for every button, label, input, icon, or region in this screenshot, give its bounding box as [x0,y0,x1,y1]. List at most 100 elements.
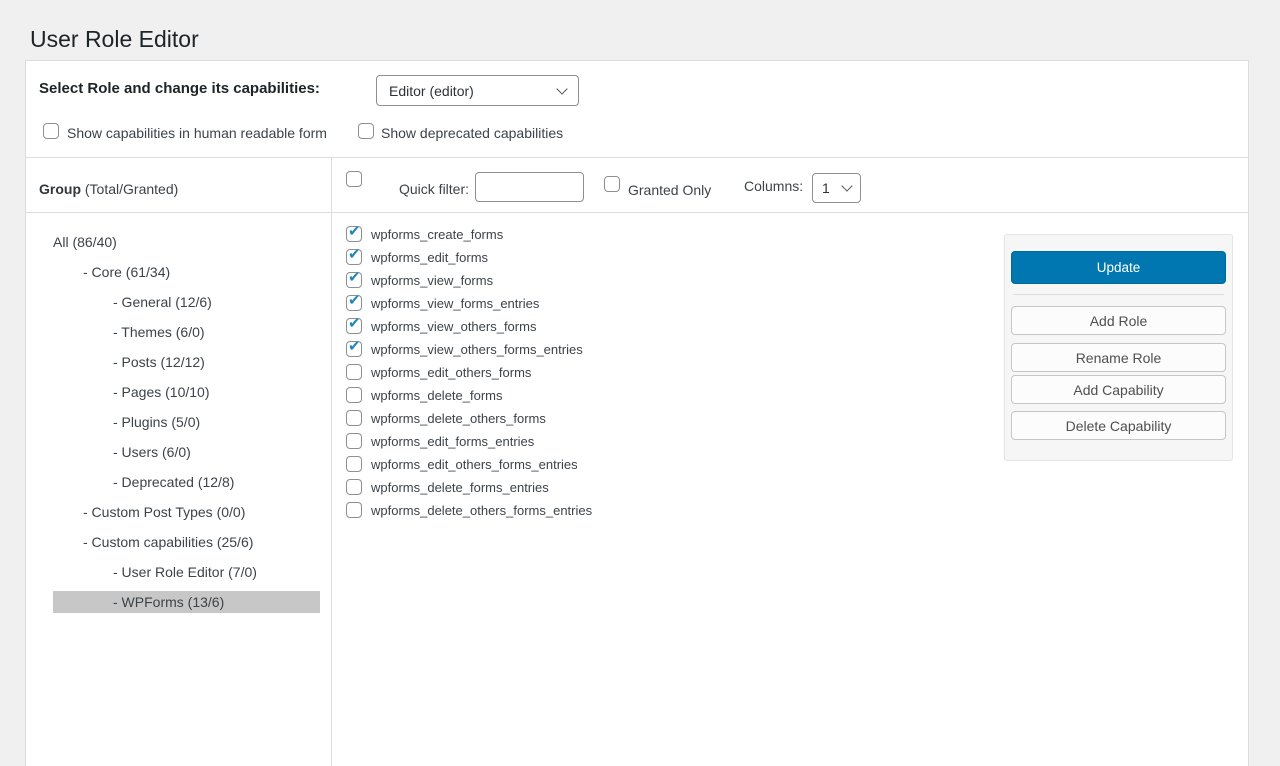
group-tree-item-label: - Posts (12/12) [113,354,205,370]
group-tree-item[interactable]: - Users (6/0) [53,441,320,463]
capability-label: wpforms_view_others_forms [371,319,536,334]
group-tree-item-label: - Pages (10/10) [113,384,210,400]
group-tree-item[interactable]: - WPForms (13/6) [53,591,320,613]
group-tree-item-label: - Users (6/0) [113,444,191,460]
capability-checkbox[interactable] [346,295,362,311]
capability-label: wpforms_edit_others_forms_entries [371,457,578,472]
group-tree-item-label: - User Role Editor (7/0) [113,564,257,580]
group-tree-item-label: - General (12/6) [113,294,212,310]
capability-checkbox[interactable] [346,341,362,357]
quick-filter-label: Quick filter: [399,181,469,197]
chevron-down-icon [841,180,852,191]
capability-row: wpforms_edit_others_forms_entries [346,456,592,472]
main-panel: Select Role and change its capabilities:… [25,60,1249,766]
chevron-down-icon [556,83,567,94]
capability-label: wpforms_edit_forms [371,250,488,265]
actions-panel: Update Add Role Rename Role Add Capability… [1004,234,1233,461]
capability-row: wpforms_delete_forms_entries [346,479,592,495]
user-role-editor-screen: User Role Editor Select Role and change … [0,0,1280,766]
capability-row: wpforms_edit_forms [346,249,592,265]
capability-label: wpforms_view_others_forms_entries [371,342,583,357]
group-header: Group (Total/Granted) [39,181,178,197]
columns-label: Columns: [744,178,803,194]
role-select[interactable]: Editor (editor) [376,75,579,106]
group-tree-item-label: - Themes (6/0) [113,324,205,340]
divider [26,157,1248,158]
human-readable-checkbox[interactable] [43,123,59,139]
column-divider [331,158,332,766]
group-tree: All (86/40) - Core (61/34) - General (12/6… [26,231,331,621]
capability-row: wpforms_delete_forms [346,387,592,403]
capability-row: wpforms_view_forms [346,272,592,288]
capability-label: wpforms_edit_others_forms [371,365,531,380]
group-tree-item-label: All (86/40) [53,234,117,250]
columns-select-value: 1 [822,180,830,196]
capability-row: wpforms_create_forms [346,226,592,242]
group-tree-item-label: - Custom Post Types (0/0) [83,504,245,520]
capability-label: wpforms_create_forms [371,227,503,242]
select-role-label: Select Role and change its capabilities: [39,80,320,97]
add-capability-button[interactable]: Add Capability [1011,375,1226,404]
page-title: User Role Editor [30,25,199,55]
delete-capability-button[interactable]: Delete Capability [1011,411,1226,440]
group-tree-item[interactable]: - Pages (10/10) [53,381,320,403]
capability-label: wpforms_delete_forms_entries [371,480,549,495]
capability-checkbox[interactable] [346,249,362,265]
capability-checkbox[interactable] [346,433,362,449]
group-tree-item-label: - Custom capabilities (25/6) [83,534,253,550]
capabilities-list: wpforms_create_forms wpforms_edit_formswp… [346,226,592,525]
capability-checkbox[interactable] [346,272,362,288]
group-tree-item[interactable]: - Posts (12/12) [53,351,320,373]
capability-row: wpforms_delete_others_forms [346,410,592,426]
group-tree-item[interactable]: - Custom capabilities (25/6) [53,531,320,553]
group-tree-item-label: - Deprecated (12/8) [113,474,234,490]
capability-checkbox[interactable] [346,410,362,426]
capability-checkbox[interactable] [346,387,362,403]
capability-label: wpforms_delete_forms [371,388,503,403]
show-deprecated-checkbox[interactable] [358,123,374,139]
capability-label: wpforms_view_forms_entries [371,296,539,311]
capability-checkbox[interactable] [346,318,362,334]
group-tree-item[interactable]: All (86/40) [53,231,320,253]
group-header-rest: (Total/Granted) [81,181,178,197]
capability-label: wpforms_delete_others_forms [371,411,546,426]
capability-checkbox[interactable] [346,456,362,472]
capability-row: wpforms_view_forms_entries [346,295,592,311]
rename-role-button[interactable]: Rename Role [1011,343,1226,372]
capability-row: wpforms_edit_others_forms [346,364,592,380]
granted-only-label[interactable]: Granted Only [628,182,711,198]
select-all-checkbox[interactable] [346,171,362,187]
granted-only-checkbox[interactable] [604,176,620,192]
add-role-button[interactable]: Add Role [1011,306,1226,335]
capability-checkbox[interactable] [346,364,362,380]
capability-label: wpforms_delete_others_forms_entries [371,503,592,518]
capability-row: wpforms_edit_forms_entries [346,433,592,449]
show-deprecated-label[interactable]: Show deprecated capabilities [381,125,563,141]
human-readable-label[interactable]: Show capabilities in human readable form [67,125,327,141]
update-button[interactable]: Update [1011,251,1226,284]
capability-row: wpforms_delete_others_forms_entries [346,502,592,518]
capability-row: wpforms_view_others_forms [346,318,592,334]
group-tree-item[interactable]: - Themes (6/0) [53,321,320,343]
group-tree-item[interactable]: - Deprecated (12/8) [53,471,320,493]
capability-row: wpforms_view_others_forms_entries [346,341,592,357]
capability-checkbox[interactable] [346,226,362,242]
group-tree-item[interactable]: - User Role Editor (7/0) [53,561,320,583]
divider [1013,294,1224,295]
columns-select[interactable]: 1 [812,173,861,203]
group-tree-item-label: - WPForms (13/6) [113,594,224,610]
group-tree-item-label: - Core (61/34) [83,264,170,280]
group-tree-item[interactable]: - Custom Post Types (0/0) [53,501,320,523]
group-tree-item[interactable]: - Plugins (5/0) [53,411,320,433]
divider [26,212,1248,213]
role-select-value: Editor (editor) [389,83,474,99]
capability-checkbox[interactable] [346,502,362,518]
capability-label: wpforms_edit_forms_entries [371,434,534,449]
capability-label: wpforms_view_forms [371,273,493,288]
group-tree-item[interactable]: - General (12/6) [53,291,320,313]
group-header-bold: Group [39,181,81,197]
quick-filter-input[interactable] [475,172,584,202]
group-tree-item-label: - Plugins (5/0) [113,414,200,430]
capability-checkbox[interactable] [346,479,362,495]
group-tree-item[interactable]: - Core (61/34) [53,261,320,283]
